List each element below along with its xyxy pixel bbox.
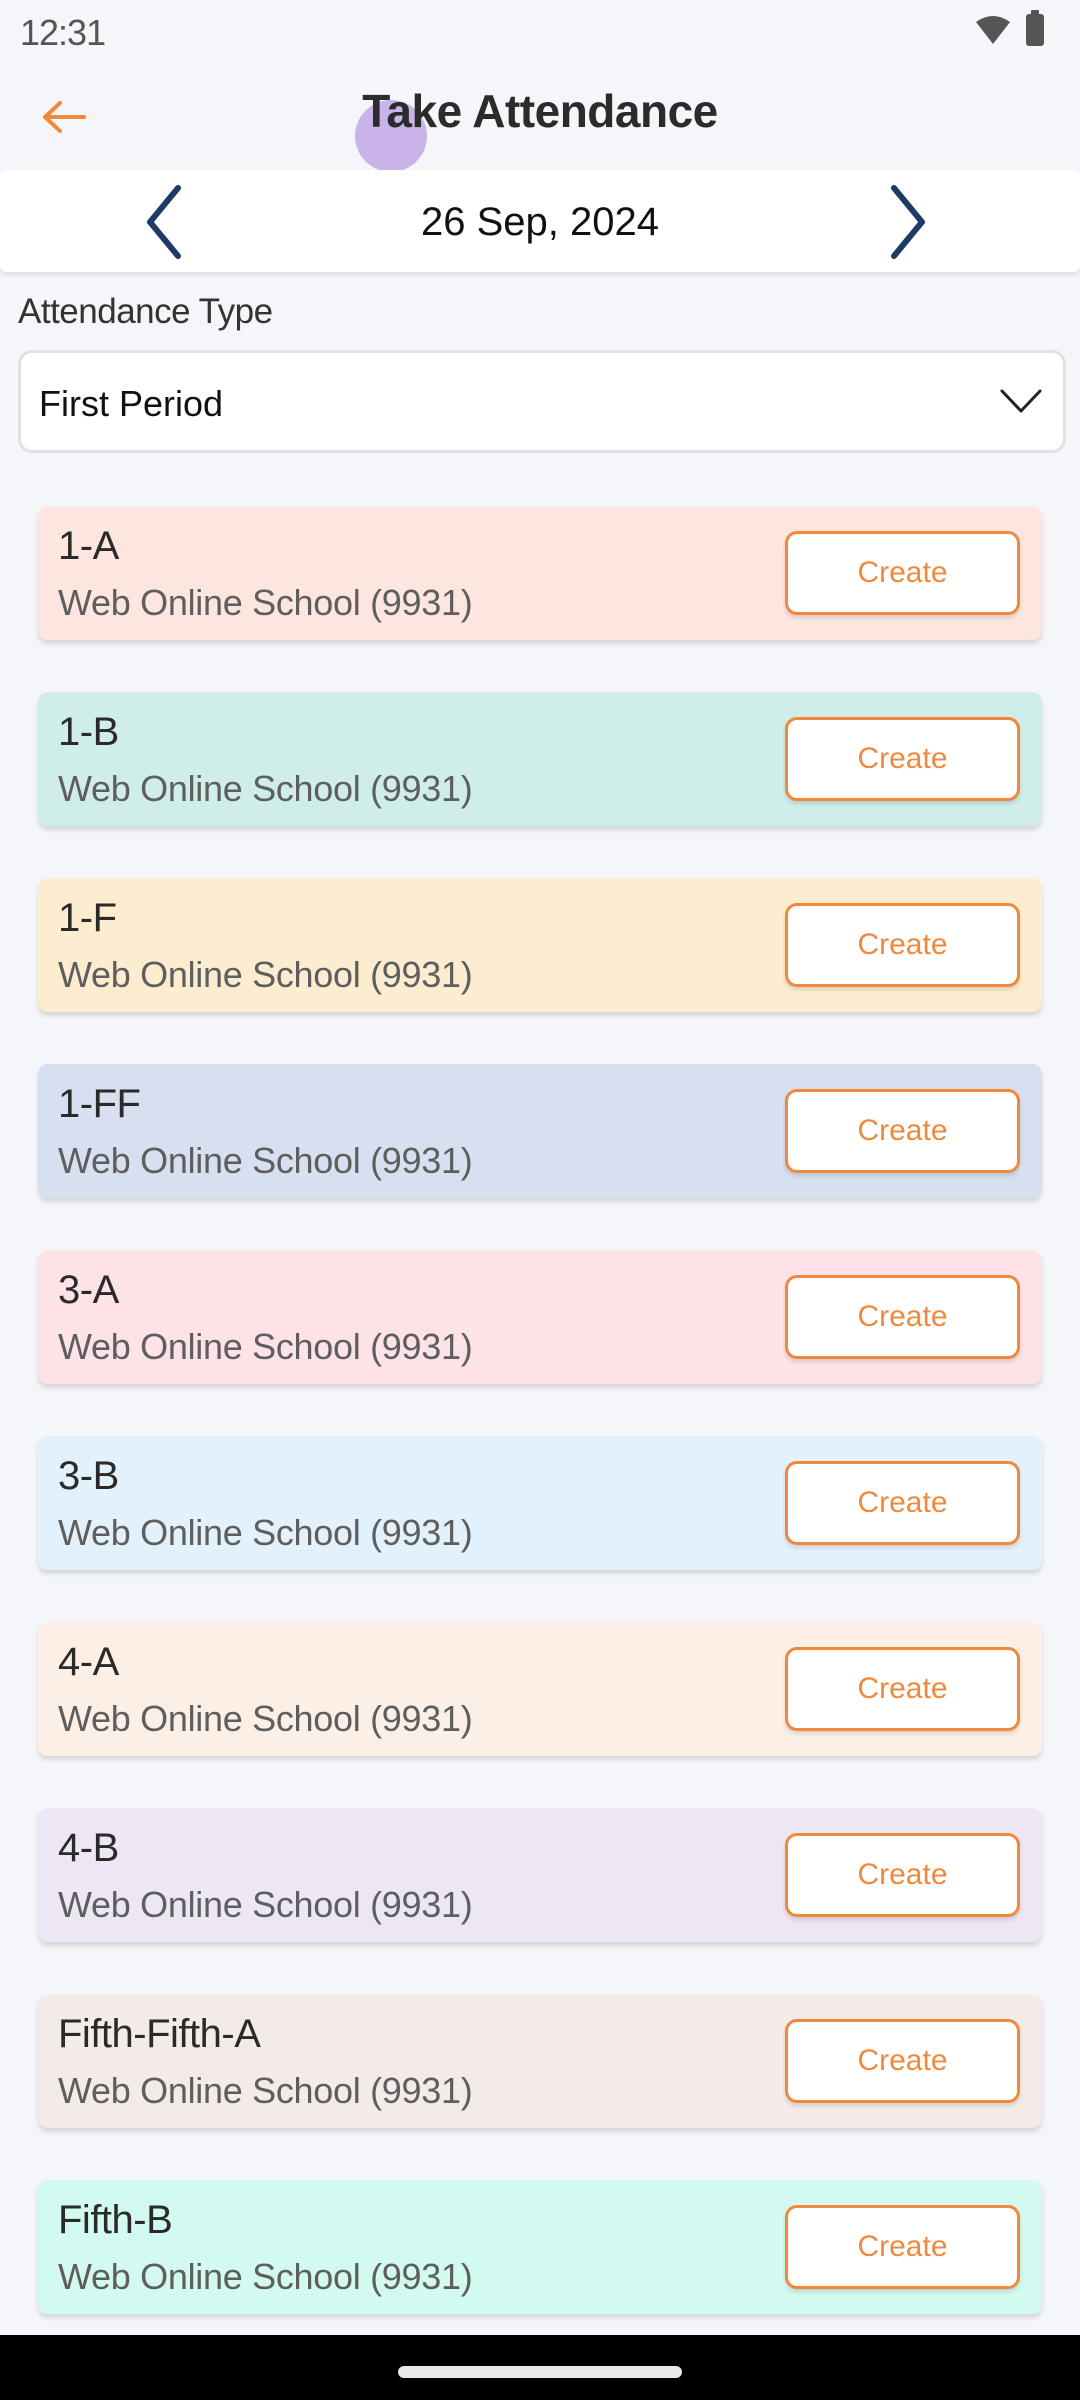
app-header: Take Attendance (0, 62, 1080, 172)
create-attendance-button[interactable]: Create (785, 2205, 1020, 2289)
class-card: 1-F Web Online School (9931) Create (38, 878, 1042, 1012)
class-name: 1-B (58, 710, 119, 754)
class-name: 3-A (58, 1268, 119, 1312)
class-school: Web Online School (9931) (58, 1512, 473, 1553)
date-navigator: 26 Sep, 2024 (0, 170, 1080, 272)
attendance-type-dropdown[interactable]: First Period (18, 350, 1066, 453)
class-school: Web Online School (9931) (58, 1698, 473, 1739)
class-name: 1-F (58, 896, 117, 940)
class-name: 1-A (58, 524, 119, 568)
create-attendance-button[interactable]: Create (785, 2019, 1020, 2103)
class-card: Fifth-Fifth-A Web Online School (9931) C… (38, 1994, 1042, 2128)
create-attendance-button[interactable]: Create (785, 1461, 1020, 1545)
class-name: 4-A (58, 1640, 119, 1684)
page-title: Take Attendance (362, 85, 718, 137)
create-attendance-button[interactable]: Create (785, 1089, 1020, 1173)
title-wrap: Take Attendance (0, 84, 1080, 172)
home-indicator[interactable] (398, 2366, 682, 2378)
class-card: 1-FF Web Online School (9931) Create (38, 1064, 1042, 1198)
class-school: Web Online School (9931) (58, 1884, 473, 1925)
class-name: Fifth-Fifth-A (58, 2012, 261, 2056)
status-bar: 12:31 (0, 0, 1080, 62)
class-card: 4-B Web Online School (9931) Create (38, 1808, 1042, 1942)
class-name: Fifth-B (58, 2198, 173, 2242)
class-school: Web Online School (9931) (58, 1140, 473, 1181)
class-name: 1-FF (58, 1082, 141, 1126)
class-school: Web Online School (9931) (58, 954, 473, 995)
create-attendance-button[interactable]: Create (785, 1275, 1020, 1359)
class-card: 1-B Web Online School (9931) Create (38, 692, 1042, 826)
attendance-type-value: First Period (39, 383, 224, 424)
chevron-down-icon (1000, 389, 1042, 413)
class-card: Fifth-B Web Online School (9931) Create (38, 2180, 1042, 2314)
system-navigation-bar (0, 2335, 1080, 2400)
class-card: 1-A Web Online School (9931) Create (38, 506, 1042, 640)
wifi-icon (976, 16, 1010, 44)
class-name: 3-B (58, 1454, 119, 1498)
create-attendance-button[interactable]: Create (785, 903, 1020, 987)
attendance-type-label: Attendance Type (18, 292, 273, 331)
class-card: 3-B Web Online School (9931) Create (38, 1436, 1042, 1570)
class-school: Web Online School (9931) (58, 2256, 473, 2297)
class-school: Web Online School (9931) (58, 582, 473, 623)
class-card: 3-A Web Online School (9931) Create (38, 1250, 1042, 1384)
chevron-right-icon (891, 185, 925, 259)
create-attendance-button[interactable]: Create (785, 1647, 1020, 1731)
create-attendance-button[interactable]: Create (785, 1833, 1020, 1917)
class-school: Web Online School (9931) (58, 1326, 473, 1367)
class-school: Web Online School (9931) (58, 768, 473, 809)
next-date-button[interactable] (880, 184, 940, 260)
class-name: 4-B (58, 1826, 119, 1870)
status-icons (974, 10, 1044, 46)
class-school: Web Online School (9931) (58, 2070, 473, 2111)
battery-icon (1026, 10, 1044, 46)
class-card: 4-A Web Online School (9931) Create (38, 1622, 1042, 1756)
status-time: 12:31 (20, 12, 106, 53)
create-attendance-button[interactable]: Create (785, 531, 1020, 615)
create-attendance-button[interactable]: Create (785, 717, 1020, 801)
